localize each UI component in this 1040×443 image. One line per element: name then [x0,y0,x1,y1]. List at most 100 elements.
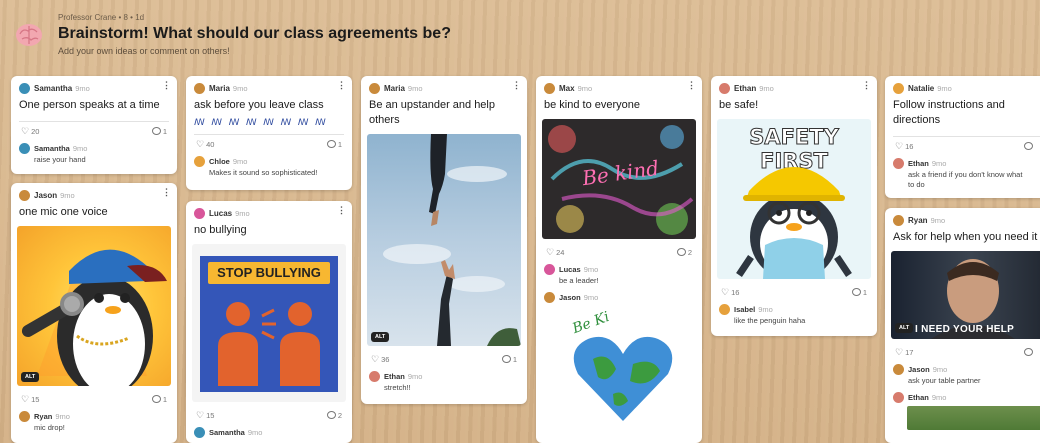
more-options-icon[interactable]: ⋮ [862,81,871,90]
alt-text-badge[interactable]: ALT [371,332,390,342]
stop-bullying-image[interactable]: STOP BULLYING [192,244,346,402]
board-meta: Professor Crane • 8 • 1d [58,13,145,22]
like-button[interactable]: ♡ 17 [895,347,913,358]
comment-count: 1 [162,127,167,136]
comment-author: Samantha [34,144,70,153]
post-time: 9mo [232,84,248,93]
comment-author: Ethan [384,372,405,381]
like-button[interactable]: ♡ 36 [371,354,389,365]
post-time: 9mo [759,84,774,93]
avatar [19,411,30,422]
alt-text-badge[interactable]: ALT [21,372,40,382]
post-time: 9mo [930,216,946,225]
chalk-be-kind-image[interactable]: Be kind [542,119,696,239]
like-count: 36 [381,355,390,364]
board-subtitle: Add your own ideas or comment on others! [58,46,230,56]
comment-time: 9mo [72,144,88,153]
comment-icon [1024,142,1033,150]
alt-text-badge[interactable]: ALT [895,323,914,333]
comment: Samantha 9mo [186,423,352,440]
post-title: Ask for help when you need it [893,231,1038,243]
like-count: 16 [731,288,740,297]
more-options-icon[interactable]: ⋮ [162,188,171,197]
avatar [19,83,30,94]
board-title: Brainstorm! What should our class agreem… [58,25,451,42]
like-button[interactable]: ♡ 15 [196,410,214,421]
more-options-icon[interactable]: ⋮ [687,81,696,90]
post-card[interactable]: Maria 9mo ⋮ Be an upstander and help oth… [361,76,527,404]
heart-icon: ♡ [196,139,205,149]
post-author: Ryan [908,216,928,225]
helping-hands-image[interactable]: ALT [367,134,521,346]
more-options-icon[interactable]: ⋮ [337,206,346,215]
image-caption: STOP BULLYING [217,265,321,280]
heart-globe-image[interactable]: Be Ki [544,307,694,427]
reaching-hands-photo [383,134,521,346]
comment-text: ask a friend if you don't know what to d… [908,170,1023,189]
post-author: Max [559,84,575,93]
post-time: 9mo [75,84,90,93]
comment: Chloe 9mo Makes it sound so sophisticated… [186,152,352,180]
comment-button[interactable] [1024,348,1035,357]
heart-icon: ♡ [196,410,205,420]
post-time: 9mo [937,84,952,93]
penguin-mic-image[interactable]: ALT [17,226,171,386]
like-button[interactable]: ♡ 20 [21,126,39,137]
post-title: Be an upstander and help others [369,99,495,126]
post-card[interactable]: Lucas 9mo ⋮ no bullying STOP BULLYING ♡ 1… [186,201,352,443]
comment-time: 9mo [583,265,599,274]
comment-text: ask your table partner [908,376,981,385]
like-button[interactable]: ♡ 24 [546,247,564,258]
heart-icon: ♡ [721,287,730,297]
comment-button[interactable]: 1 [151,395,167,404]
more-options-icon[interactable]: ⋮ [162,81,171,90]
more-options-icon[interactable]: ⋮ [337,81,346,90]
comment-icon [326,411,336,419]
avatar [369,371,380,382]
safety-first-penguin-image[interactable]: SAFETY FIRST [717,119,871,279]
post-author: Natalie [908,84,935,93]
post-card[interactable]: Samantha 9mo ⋮ One person speaks at a ti… [11,76,177,174]
comment-button[interactable] [1024,142,1035,151]
comment-button[interactable]: 2 [326,411,342,420]
comment-icon [676,248,686,256]
comment-time: 9mo [931,159,947,168]
like-count: 20 [31,127,40,136]
comment-count: 2 [687,248,692,257]
comment-button[interactable]: 1 [151,127,167,136]
comment-button[interactable]: 1 [851,288,867,297]
like-button[interactable]: ♡ 40 [196,139,214,150]
heart-icon: ♡ [895,347,904,357]
post-card[interactable]: Max 9mo ⋮ be kind to everyone Be kind ♡ 2… [536,76,702,443]
like-button[interactable]: ♡ 15 [21,394,39,405]
like-button[interactable]: ♡ 16 [721,287,739,298]
comment-text: stretch!! [384,383,411,392]
post-title: Follow instructions and directions [893,99,1005,126]
like-button[interactable]: ♡ 16 [895,141,913,152]
comment-count: 2 [337,411,342,420]
post-card[interactable]: Ryan 9mo Ask for help when you need it I… [885,208,1040,443]
comment-button[interactable]: 1 [501,355,517,364]
comment-icon [151,127,161,135]
comment-count: 1 [862,288,867,297]
post-title: ask before you leave class [194,99,324,111]
comment-time: 9mo [55,412,70,421]
comment-count: 1 [512,355,517,364]
post-title: one mic one voice [19,206,108,218]
avatar [719,83,730,94]
post-card[interactable]: Ethan 9mo ⋮ be safe! SAFETY FIRST ♡ 16 1 … [711,76,877,336]
heart-icon: ♡ [21,126,30,136]
post-card[interactable]: Maria 9mo ⋮ ask before you leave class ꟿ… [186,76,352,190]
comment-count: 1 [337,140,342,149]
comment-author: Ryan [34,412,53,421]
post-title: One person speaks at a time [19,99,160,111]
comment-button[interactable]: 2 [676,248,692,257]
post-card[interactable]: Jason 9mo ⋮ one mic one voice ALT ♡ 15 1 … [11,183,177,443]
more-options-icon[interactable]: ⋮ [512,81,521,90]
need-help-gif[interactable]: I NEED YOUR HELP ALT [891,251,1040,339]
comment-author: Samantha [209,428,245,437]
post-card[interactable]: Natalie 9mo Follow instructions and dire… [885,76,1040,198]
post-author: Samantha [34,84,73,93]
comment-button[interactable]: 1 [326,140,342,149]
soccer-field-image[interactable] [907,406,1040,430]
